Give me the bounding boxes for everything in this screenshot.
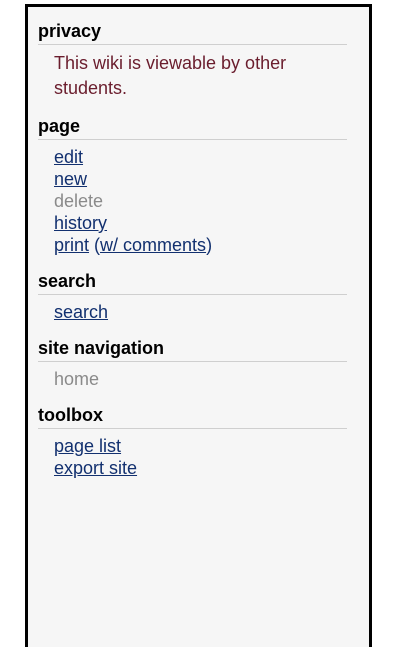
home-disabled: home xyxy=(54,369,100,389)
page-list-link[interactable]: page list xyxy=(54,435,121,457)
toolbox-actions: page list export site xyxy=(38,435,347,479)
history-link[interactable]: history xyxy=(54,212,107,234)
toolbox-heading: toolbox xyxy=(38,405,347,429)
delete-disabled: delete xyxy=(54,191,104,211)
site-navigation-items: home xyxy=(38,368,347,390)
site-navigation-heading: site navigation xyxy=(38,338,347,362)
edit-link[interactable]: edit xyxy=(54,146,83,168)
privacy-heading: privacy xyxy=(38,21,347,45)
privacy-section: privacy This wiki is viewable by other s… xyxy=(38,21,347,101)
print-line: print (w/ comments) xyxy=(54,234,347,256)
print-paren-close: ) xyxy=(206,235,213,255)
search-section: search search xyxy=(38,271,347,323)
print-link[interactable]: print xyxy=(54,235,89,255)
page-section: page edit new delete history print (w/ c… xyxy=(38,116,347,256)
search-link[interactable]: search xyxy=(54,301,108,323)
site-navigation-section: site navigation home xyxy=(38,338,347,390)
page-heading: page xyxy=(38,116,347,140)
export-site-link[interactable]: export site xyxy=(54,457,137,479)
privacy-notice: This wiki is viewable by other students. xyxy=(54,53,287,98)
search-actions: search xyxy=(38,301,347,323)
sidebar-panel: privacy This wiki is viewable by other s… xyxy=(25,4,372,647)
search-heading: search xyxy=(38,271,347,295)
print-with-comments-link[interactable]: w/ comments xyxy=(100,235,206,255)
toolbox-section: toolbox page list export site xyxy=(38,405,347,479)
new-link[interactable]: new xyxy=(54,168,87,190)
page-actions: edit new delete history print (w/ commen… xyxy=(38,146,347,256)
